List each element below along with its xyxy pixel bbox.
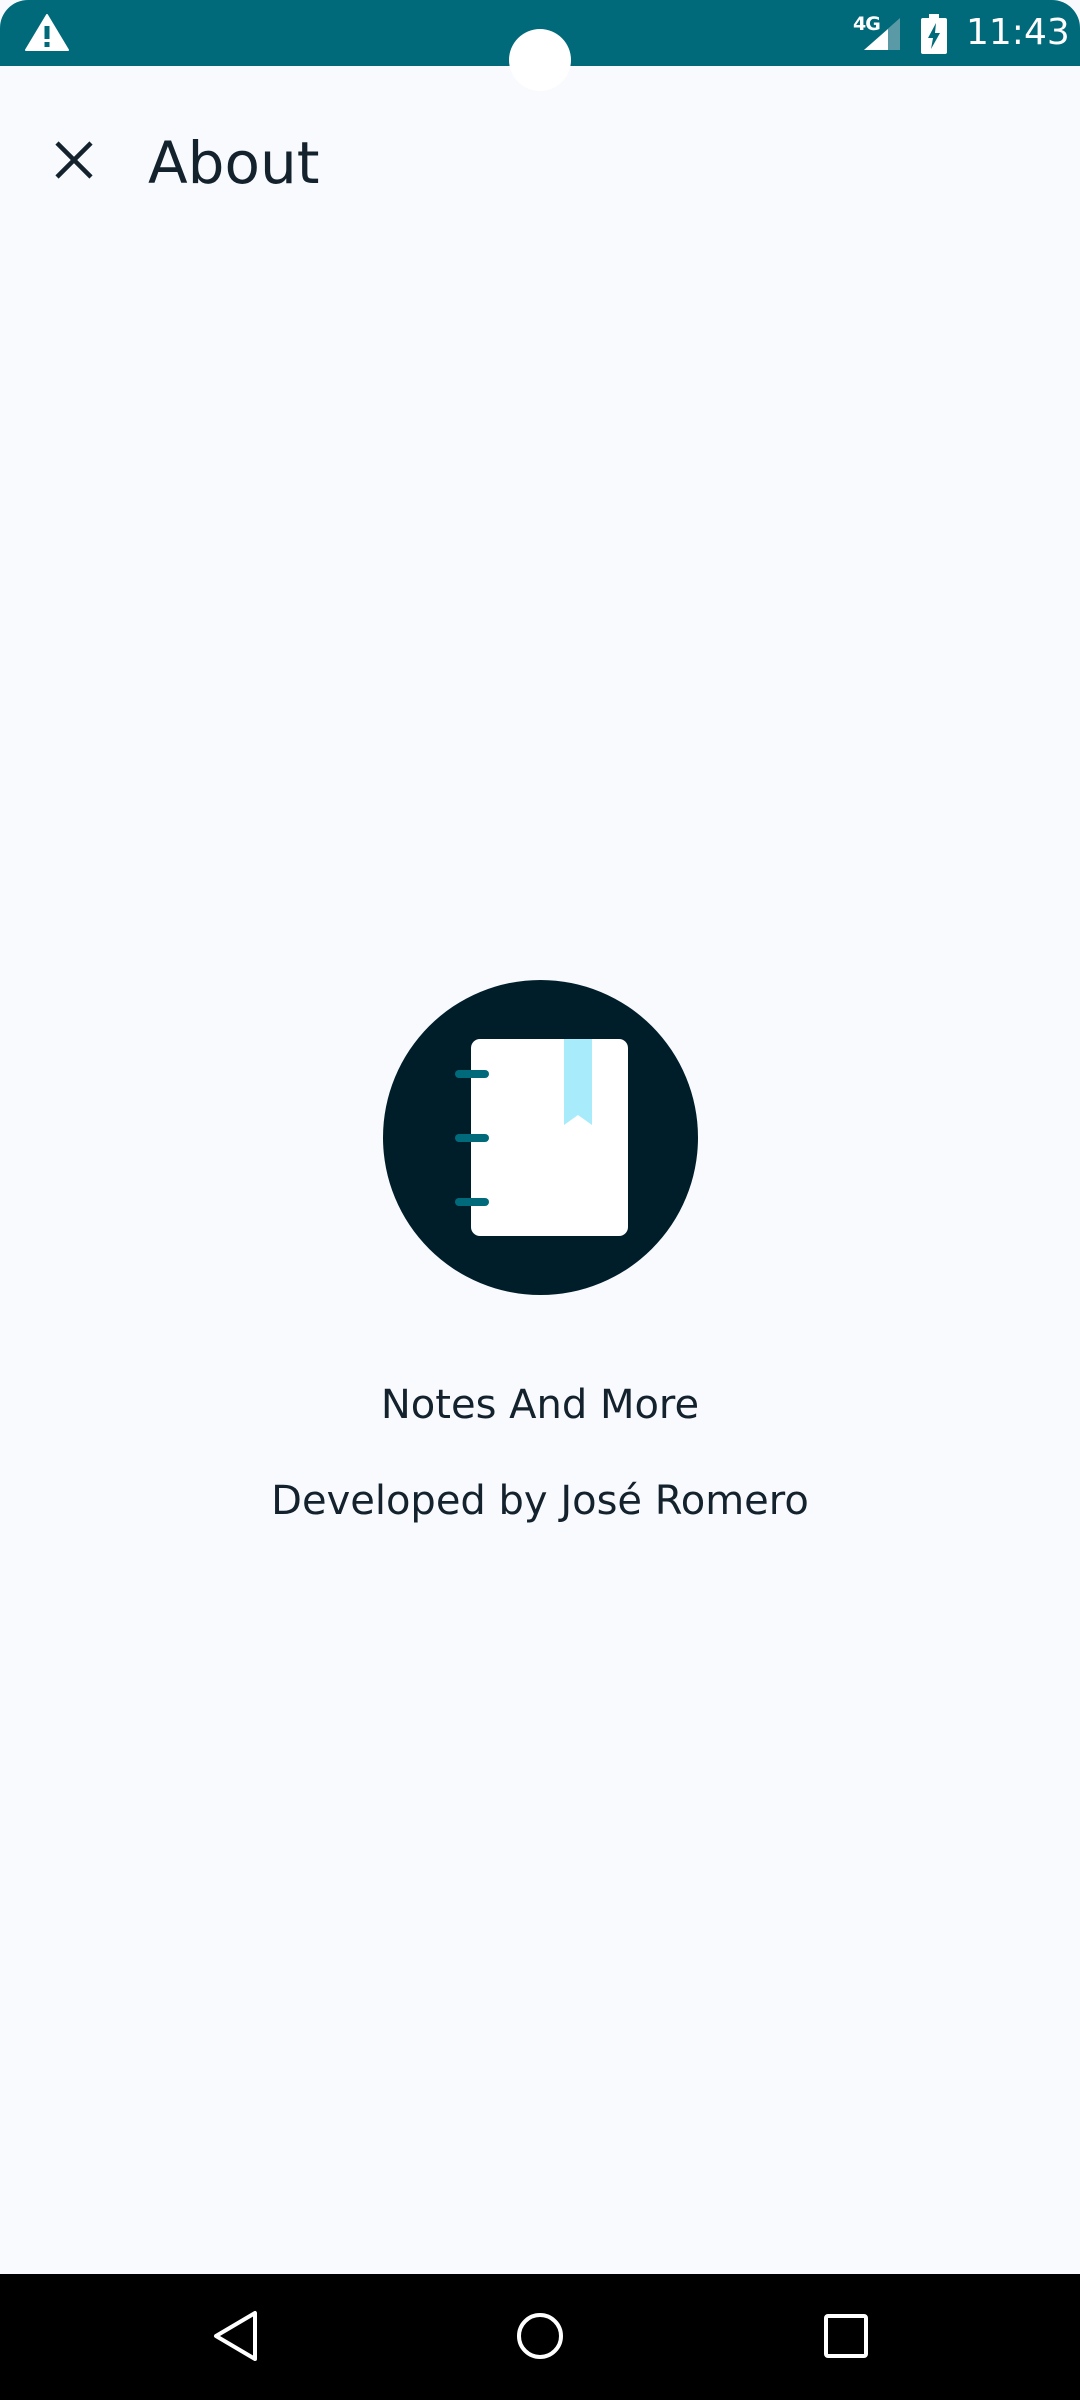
- close-button[interactable]: [34, 122, 114, 202]
- battery-charging-icon: [920, 14, 948, 54]
- recents-button[interactable]: [806, 2298, 886, 2378]
- close-icon: [52, 138, 96, 187]
- page-title: About: [148, 129, 320, 197]
- home-button[interactable]: [500, 2298, 580, 2378]
- back-icon: [211, 2309, 261, 2368]
- app-logo: [383, 980, 698, 1295]
- camera-cutout: [509, 29, 571, 91]
- status-clock: 11:43: [966, 12, 1070, 53]
- home-icon: [515, 2311, 565, 2366]
- alert-icon: [24, 12, 70, 52]
- recents-icon: [823, 2313, 869, 2364]
- navigation-bar: [0, 2274, 1080, 2400]
- app-bar: About: [0, 66, 1080, 236]
- back-button[interactable]: [196, 2298, 276, 2378]
- notebook-icon: [455, 1039, 628, 1236]
- app-name: Notes And More: [380, 1382, 700, 1428]
- signal-icon: [862, 17, 902, 51]
- developer-credit: Developed by José Romero: [271, 1478, 809, 1524]
